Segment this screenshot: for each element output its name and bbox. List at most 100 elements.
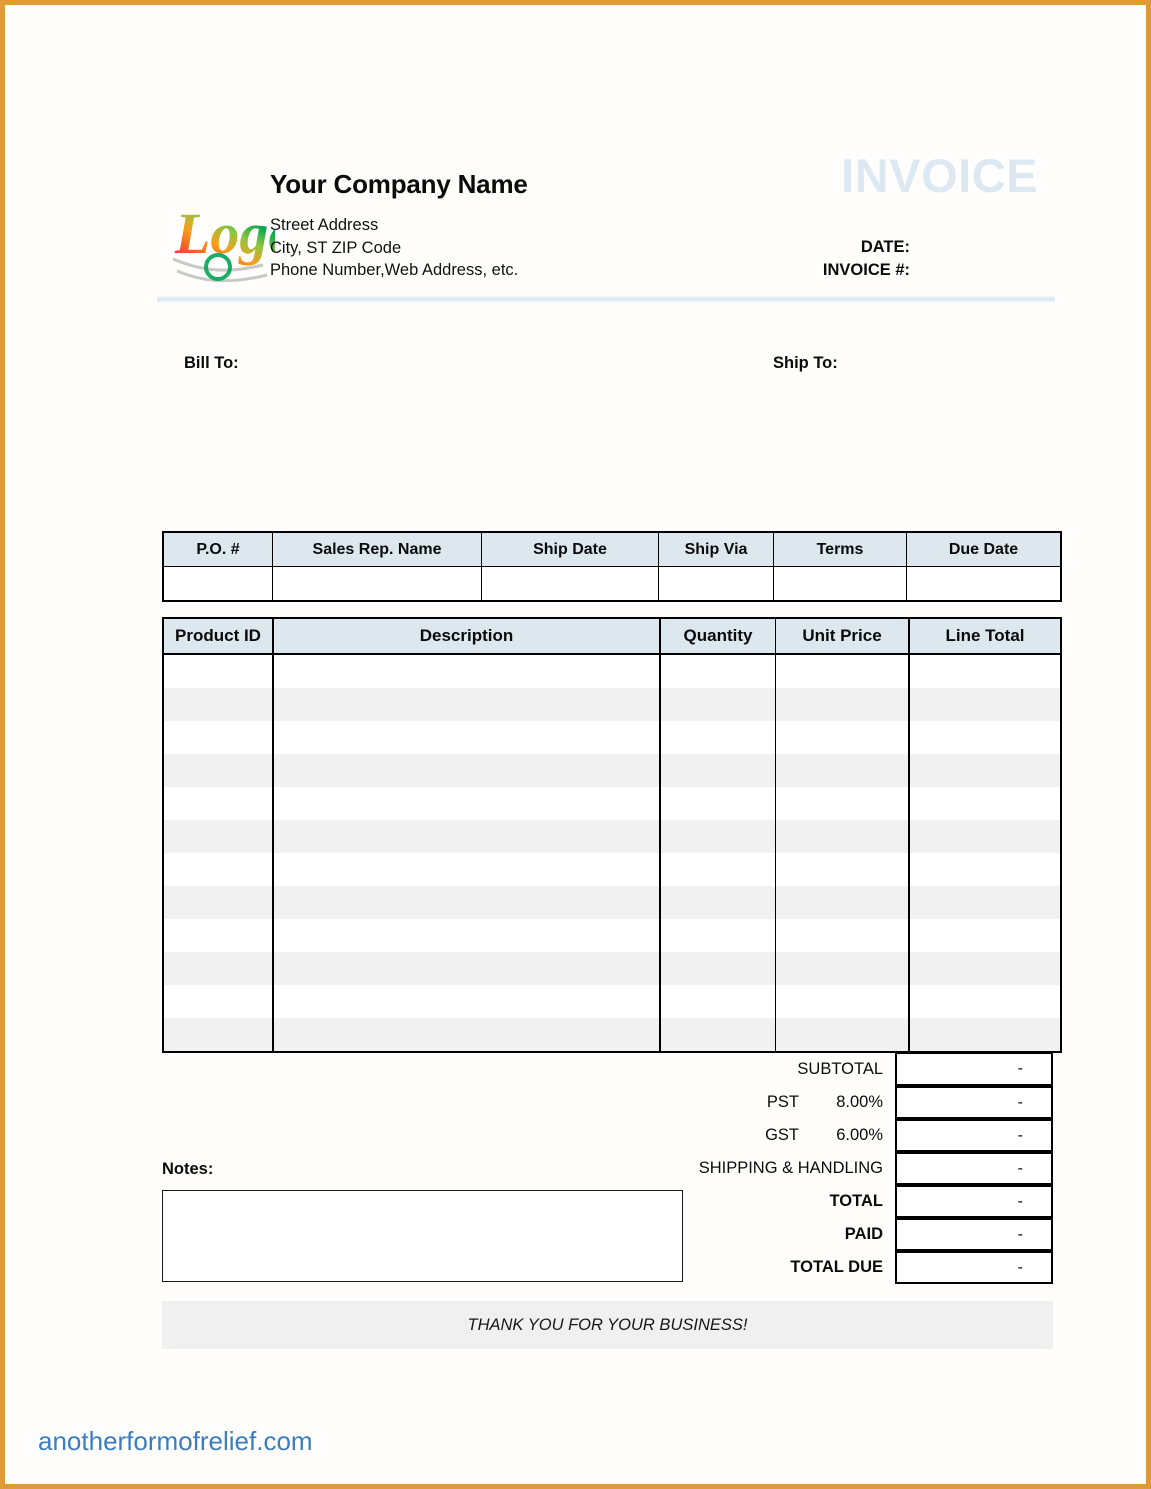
line-item-row[interactable]: [162, 688, 1062, 721]
notes-input[interactable]: [162, 1190, 683, 1282]
items-header-product-id: Product ID: [162, 617, 274, 655]
line-item-cell-description[interactable]: [272, 1018, 661, 1053]
line-item-cell-line-total[interactable]: [908, 721, 1062, 754]
line-item-cell-description[interactable]: [272, 754, 661, 787]
line-item-cell-product-id[interactable]: [162, 919, 274, 952]
invoice-meta: DATE: INVOICE #:: [605, 236, 910, 281]
line-item-cell-product-id[interactable]: [162, 787, 274, 820]
total-row-label-group: PST 8.00%: [605, 1086, 895, 1119]
line-item-row[interactable]: [162, 787, 1062, 820]
line-item-cell-description[interactable]: [272, 787, 661, 820]
total-row-value[interactable]: -: [895, 1086, 1053, 1119]
line-item-cell-quantity[interactable]: [659, 853, 776, 886]
line-item-cell-line-total[interactable]: [908, 787, 1062, 820]
order-cell-sales-rep[interactable]: [272, 566, 482, 602]
line-item-cell-line-total[interactable]: [908, 654, 1062, 688]
line-item-cell-product-id[interactable]: [162, 985, 274, 1018]
line-item-cell-unit-price[interactable]: [775, 1018, 910, 1053]
line-item-row[interactable]: [162, 919, 1062, 952]
line-item-cell-line-total[interactable]: [908, 1018, 1062, 1053]
total-row-value[interactable]: -: [895, 1119, 1053, 1152]
line-item-cell-quantity[interactable]: [659, 919, 776, 952]
items-header-quantity: Quantity: [659, 617, 776, 655]
order-header-po: P.O. #: [162, 531, 273, 567]
line-item-cell-unit-price[interactable]: [775, 688, 910, 721]
line-item-cell-unit-price[interactable]: [775, 919, 910, 952]
order-cell-terms[interactable]: [773, 566, 907, 602]
line-item-cell-quantity[interactable]: [659, 1018, 776, 1053]
total-row-name: SHIPPING & HANDLING: [698, 1159, 883, 1177]
line-item-cell-description[interactable]: [272, 853, 661, 886]
line-item-cell-quantity[interactable]: [659, 688, 776, 721]
line-item-cell-quantity[interactable]: [659, 886, 776, 919]
line-item-row[interactable]: [162, 654, 1062, 688]
line-item-cell-product-id[interactable]: [162, 820, 274, 853]
line-item-cell-line-total[interactable]: [908, 985, 1062, 1018]
line-item-cell-unit-price[interactable]: [775, 886, 910, 919]
line-item-cell-description[interactable]: [272, 654, 661, 688]
order-header-ship-via: Ship Via: [658, 531, 774, 567]
line-item-row[interactable]: [162, 886, 1062, 919]
line-item-cell-description[interactable]: [272, 952, 661, 985]
line-item-cell-product-id[interactable]: [162, 853, 274, 886]
order-cell-po[interactable]: [162, 566, 273, 602]
total-row-value[interactable]: -: [895, 1152, 1053, 1185]
company-address: Street Address City, ST ZIP Code Phone N…: [270, 214, 518, 282]
line-item-cell-line-total[interactable]: [908, 919, 1062, 952]
line-item-cell-unit-price[interactable]: [775, 853, 910, 886]
order-cell-due-date[interactable]: [906, 566, 1062, 602]
line-item-cell-product-id[interactable]: [162, 721, 274, 754]
line-item-cell-unit-price[interactable]: [775, 721, 910, 754]
line-item-row[interactable]: [162, 985, 1062, 1018]
line-item-cell-quantity[interactable]: [659, 952, 776, 985]
line-item-row[interactable]: [162, 952, 1062, 985]
total-row-value[interactable]: -: [895, 1218, 1053, 1251]
line-item-cell-quantity[interactable]: [659, 820, 776, 853]
total-row-value[interactable]: -: [895, 1185, 1053, 1218]
line-item-row[interactable]: [162, 820, 1062, 853]
order-cell-ship-via[interactable]: [658, 566, 774, 602]
line-item-cell-unit-price[interactable]: [775, 754, 910, 787]
company-logo-icon: Logo: [171, 191, 275, 289]
line-item-cell-unit-price[interactable]: [775, 654, 910, 688]
line-item-row[interactable]: [162, 1018, 1062, 1053]
line-item-cell-line-total[interactable]: [908, 820, 1062, 853]
line-item-row[interactable]: [162, 721, 1062, 754]
line-item-row[interactable]: [162, 754, 1062, 787]
company-address-line-1: Street Address: [270, 216, 379, 234]
line-item-cell-unit-price[interactable]: [775, 952, 910, 985]
line-item-cell-quantity[interactable]: [659, 654, 776, 688]
order-info-table: P.O. # Sales Rep. Name Ship Date Ship Vi…: [162, 531, 1062, 602]
line-item-cell-unit-price[interactable]: [775, 985, 910, 1018]
line-item-cell-quantity[interactable]: [659, 985, 776, 1018]
site-watermark: anotherformofrelief.com: [38, 1426, 313, 1456]
line-item-cell-unit-price[interactable]: [775, 787, 910, 820]
line-item-cell-line-total[interactable]: [908, 853, 1062, 886]
line-item-cell-product-id[interactable]: [162, 952, 274, 985]
line-item-cell-description[interactable]: [272, 820, 661, 853]
line-item-cell-line-total[interactable]: [908, 952, 1062, 985]
line-item-cell-description[interactable]: [272, 985, 661, 1018]
line-item-row[interactable]: [162, 853, 1062, 886]
line-item-cell-line-total[interactable]: [908, 754, 1062, 787]
line-item-cell-line-total[interactable]: [908, 886, 1062, 919]
line-item-cell-product-id[interactable]: [162, 886, 274, 919]
total-row-value[interactable]: -: [895, 1251, 1053, 1284]
line-item-cell-product-id[interactable]: [162, 654, 274, 688]
order-cell-ship-date[interactable]: [481, 566, 659, 602]
line-item-cell-description[interactable]: [272, 919, 661, 952]
line-item-cell-product-id[interactable]: [162, 754, 274, 787]
line-item-cell-line-total[interactable]: [908, 688, 1062, 721]
line-item-cell-description[interactable]: [272, 886, 661, 919]
line-item-cell-description[interactable]: [272, 688, 661, 721]
thank-you-text: THANK YOU FOR YOUR BUSINESS!: [467, 1315, 748, 1334]
line-item-cell-quantity[interactable]: [659, 721, 776, 754]
line-item-cell-unit-price[interactable]: [775, 820, 910, 853]
line-item-cell-description[interactable]: [272, 721, 661, 754]
line-item-cell-quantity[interactable]: [659, 754, 776, 787]
total-row-value[interactable]: -: [895, 1053, 1053, 1086]
line-item-cell-product-id[interactable]: [162, 688, 274, 721]
order-info-row[interactable]: [162, 566, 1062, 602]
line-item-cell-product-id[interactable]: [162, 1018, 274, 1053]
line-item-cell-quantity[interactable]: [659, 787, 776, 820]
